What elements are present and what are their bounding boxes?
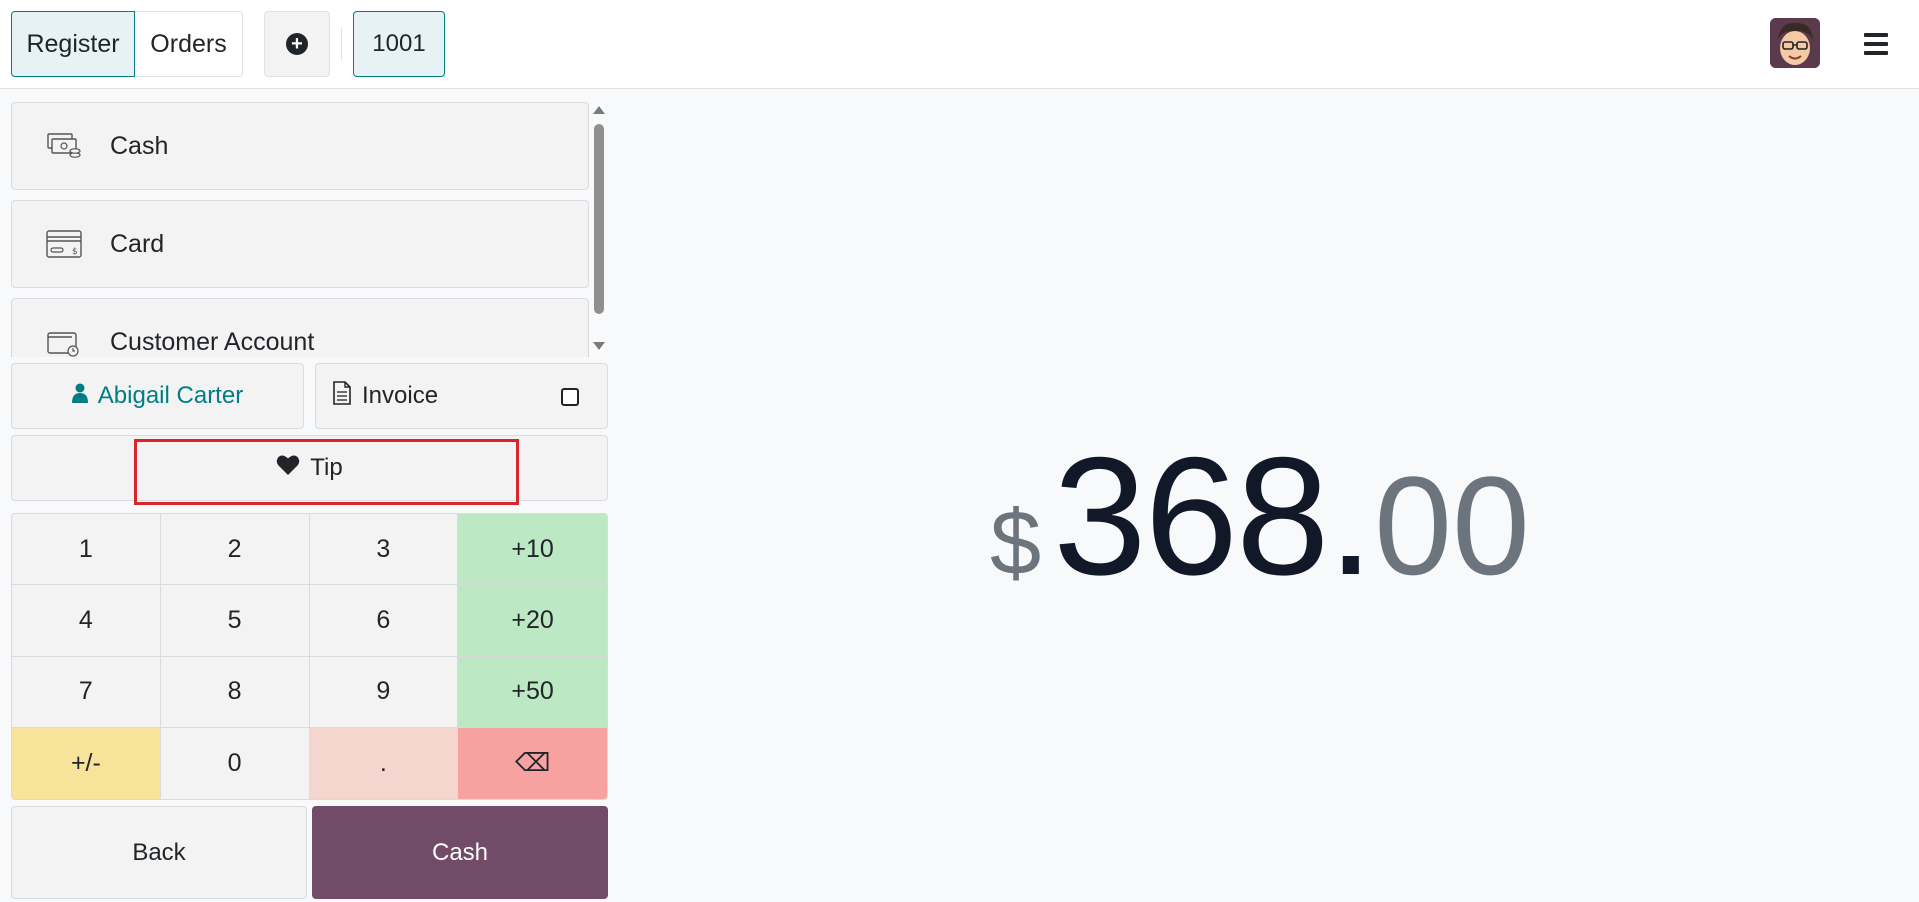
validate-payment-button[interactable]: Cash — [312, 806, 608, 899]
numpad-key-7[interactable]: 7 — [12, 656, 161, 728]
payment-method-card[interactable]: $ Card — [11, 200, 589, 288]
document-icon — [332, 380, 352, 412]
user-icon — [71, 382, 88, 410]
numpad-key-plus-50[interactable]: +50 — [458, 656, 607, 728]
menu-bar — [1864, 51, 1888, 55]
amount-integer: 368 — [1053, 422, 1329, 610]
invoice-label: Invoice — [362, 382, 439, 409]
amount-decimals: 00 — [1374, 447, 1530, 604]
wallet-icon — [46, 327, 82, 357]
numpad-key-4[interactable]: 4 — [12, 585, 161, 657]
scroll-up-arrow-icon[interactable] — [593, 106, 605, 114]
view-switcher: Register Orders — [11, 11, 243, 77]
currency-symbol: $ — [990, 492, 1042, 594]
payment-method-label: Customer Account — [110, 327, 315, 356]
payment-methods-scrollbar[interactable] — [591, 90, 607, 357]
numpad-key-9[interactable]: 9 — [309, 656, 459, 728]
numpad-key-3[interactable]: 3 — [309, 514, 459, 586]
scroll-down-arrow-icon[interactable] — [593, 342, 605, 350]
payment-method-cash[interactable]: Cash — [11, 102, 589, 190]
numpad-key-8[interactable]: 8 — [160, 656, 310, 728]
backspace-icon[interactable]: ⌫ — [458, 727, 607, 799]
payment-methods-list: Cash $ Card Customer Account — [0, 90, 607, 357]
card-icon: $ — [46, 229, 82, 259]
avatar-image — [1770, 18, 1820, 68]
new-order-button[interactable]: + — [264, 11, 330, 77]
amount-due-display: $ 368 . 00 — [990, 420, 1530, 610]
user-avatar[interactable] — [1770, 18, 1820, 68]
numpad-key-sign[interactable]: +/- — [12, 727, 161, 799]
tab-orders[interactable]: Orders — [135, 11, 243, 77]
numpad-key-decimal[interactable]: . — [309, 727, 459, 799]
heart-icon — [276, 454, 300, 483]
numpad-key-5[interactable]: 5 — [160, 585, 310, 657]
menu-bar — [1864, 42, 1888, 46]
payment-method-label: Cash — [110, 131, 169, 160]
invoice-checkbox[interactable] — [561, 388, 579, 406]
hamburger-menu-icon[interactable] — [1864, 33, 1888, 55]
payment-method-label: Card — [110, 229, 165, 258]
top-navbar: Register Orders + 1001 — [0, 0, 1919, 89]
scrollbar-thumb[interactable] — [594, 124, 604, 314]
numpad-key-plus-10[interactable]: +10 — [458, 514, 607, 586]
numpad-key-0[interactable]: 0 — [160, 727, 310, 799]
cash-icon — [46, 131, 82, 161]
numpad-key-plus-20[interactable]: +20 — [458, 585, 607, 657]
numpad-key-1[interactable]: 1 — [12, 514, 161, 586]
plus-circle-icon: + — [286, 33, 308, 55]
invoice-button[interactable]: Invoice — [315, 363, 608, 429]
customer-button[interactable]: Abigail Carter — [11, 363, 304, 429]
numpad-key-6[interactable]: 6 — [309, 585, 459, 657]
tip-button[interactable]: Tip — [11, 435, 608, 501]
customer-name: Abigail Carter — [97, 382, 244, 409]
svg-text:$: $ — [72, 247, 78, 257]
payment-method-customer-account[interactable]: Customer Account — [11, 298, 589, 357]
divider — [341, 28, 342, 61]
amount-separator: . — [1327, 422, 1375, 610]
numpad: 1 2 3 +10 4 5 6 +20 7 8 9 +50 +/- 0 . ⌫ — [11, 513, 608, 800]
tip-label: Tip — [310, 454, 343, 481]
order-tab-1001[interactable]: 1001 — [353, 11, 445, 77]
tab-register[interactable]: Register — [11, 11, 135, 77]
numpad-key-2[interactable]: 2 — [160, 514, 310, 586]
menu-bar — [1864, 33, 1888, 37]
back-button[interactable]: Back — [11, 806, 307, 899]
